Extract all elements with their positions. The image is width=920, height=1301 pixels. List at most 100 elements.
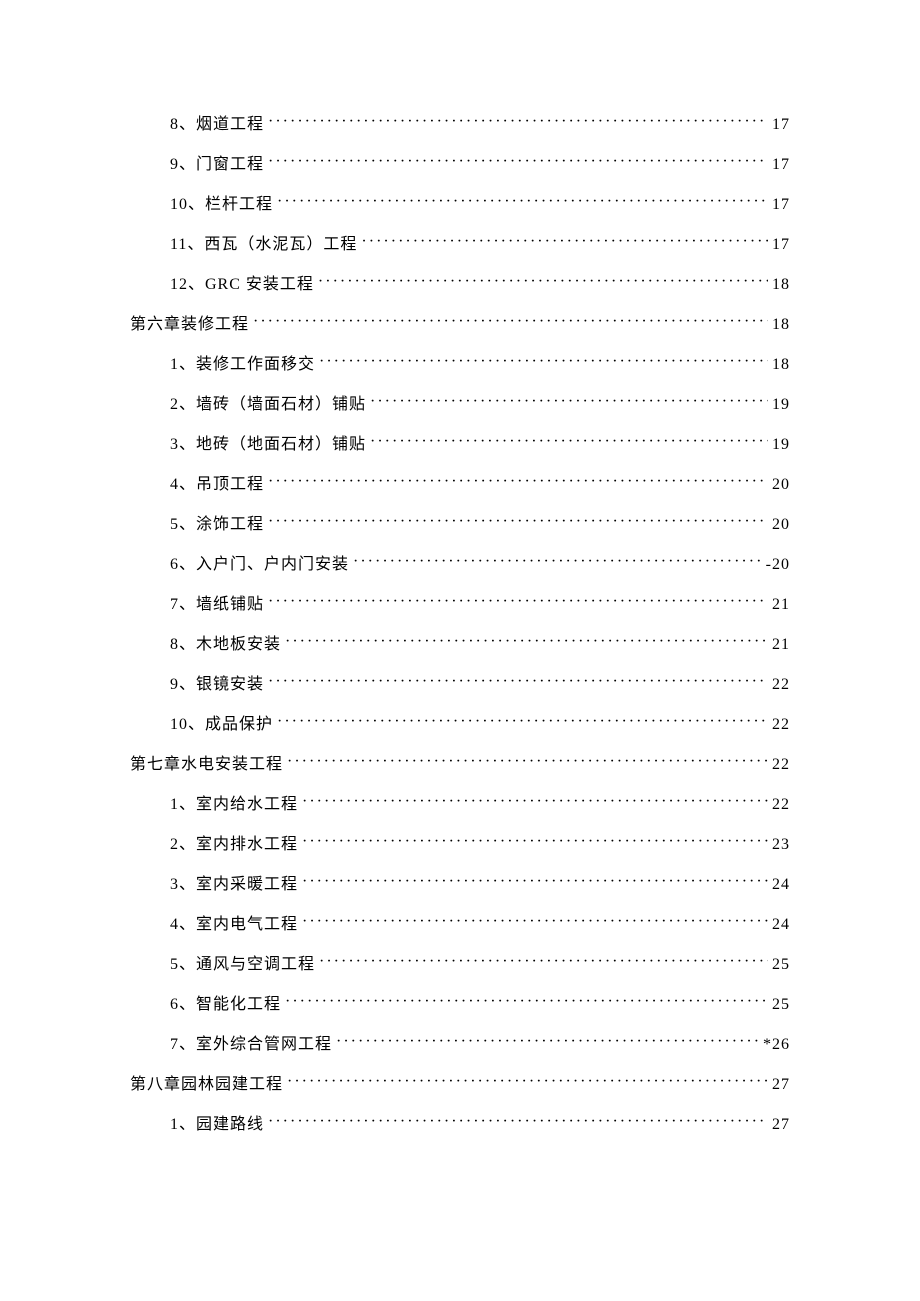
toc-entry: 1、室内给水工程 22	[130, 790, 790, 814]
toc-page-number: 18	[772, 276, 790, 294]
toc-leader-dots	[336, 1033, 759, 1049]
toc-page-number: 17	[772, 236, 790, 254]
toc-label: 1、园建路线	[170, 1110, 264, 1134]
toc-entry: 2、室内排水工程 23	[130, 830, 790, 854]
toc-entry: 6、智能化工程25	[130, 990, 790, 1014]
toc-label: 7、墙纸铺贴	[170, 590, 264, 614]
toc-page-number: *26	[763, 1036, 790, 1054]
toc-page-number: 19	[772, 396, 790, 414]
toc-page-number: 21	[772, 636, 790, 654]
toc-leader-dots	[353, 553, 762, 569]
toc-entry: 1、园建路线 27	[130, 1110, 790, 1134]
toc-entry: 8、木地板安装 21	[130, 630, 790, 654]
toc-leader-dots	[253, 313, 768, 329]
toc-entry: 12、GRC 安装工程 18	[130, 270, 790, 294]
toc-leader-dots	[302, 913, 768, 929]
toc-leader-dots	[287, 753, 768, 769]
toc-page-number: 21	[772, 596, 790, 614]
toc-entry: 10、栏杆工程 17	[130, 190, 790, 214]
toc-page-number: 22	[772, 676, 790, 694]
toc-label: 3、地砖（地面石材）铺贴	[170, 430, 366, 454]
toc-leader-dots	[285, 633, 768, 649]
toc-page-number: 17	[772, 116, 790, 134]
toc-label: 10、成品保护	[170, 710, 273, 734]
toc-entry: 11、西瓦（水泥瓦）工程 17	[130, 230, 790, 254]
toc-leader-dots	[268, 593, 768, 609]
toc-entry: 10、成品保护 22	[130, 710, 790, 734]
toc-leader-dots	[370, 393, 768, 409]
toc-entry: 4、吊顶工程 20	[130, 470, 790, 494]
toc-entry: 6、入户门、户内门安装 -20	[130, 550, 790, 574]
toc-entry: 第八章园林园建工程 27	[130, 1070, 790, 1094]
toc-page-number: 27	[772, 1116, 790, 1134]
toc-page-number: 18	[772, 356, 790, 374]
toc-page-number: 20	[772, 516, 790, 534]
toc-page-number: 27	[772, 1076, 790, 1094]
toc-leader-dots	[287, 1073, 768, 1089]
toc-entry: 8、烟道工程 17	[130, 110, 790, 134]
toc-entry: 3、地砖（地面石材）铺贴 19	[130, 430, 790, 454]
toc-label: 8、木地板安装	[170, 630, 281, 654]
toc-leader-dots	[302, 793, 768, 809]
toc-label: 3、室内采暖工程	[170, 870, 298, 894]
toc-label: 6、入户门、户内门安装	[170, 550, 349, 574]
toc-leader-dots	[268, 673, 768, 689]
toc-label: 5、通风与空调工程	[170, 950, 315, 974]
toc-leader-dots	[268, 473, 768, 489]
toc-entry: 9、门窗工程17	[130, 150, 790, 174]
toc-label: 5、涂饰工程	[170, 510, 264, 534]
toc-page-number: 20	[772, 476, 790, 494]
toc-leader-dots	[319, 953, 768, 969]
toc-leader-dots	[268, 1113, 768, 1129]
toc-label: 9、门窗工程	[170, 150, 264, 174]
toc-leader-dots	[268, 153, 768, 169]
toc-label: 1、室内给水工程	[170, 790, 298, 814]
toc-entry: 3、室内采暖工程 24	[130, 870, 790, 894]
toc-page-number: 25	[772, 996, 790, 1014]
toc-page-number: 22	[772, 716, 790, 734]
toc-label: 10、栏杆工程	[170, 190, 273, 214]
toc-entry: 第六章装修工程 18	[130, 310, 790, 334]
toc-label: 第八章园林园建工程	[130, 1070, 283, 1094]
toc-label: 8、烟道工程	[170, 110, 264, 134]
toc-leader-dots	[277, 193, 768, 209]
toc-leader-dots	[302, 873, 768, 889]
toc-page-number: 24	[772, 876, 790, 894]
toc-leader-dots	[361, 233, 768, 249]
toc-leader-dots	[302, 833, 768, 849]
toc-label: 第六章装修工程	[130, 310, 249, 334]
toc-label: 第七章水电安装工程	[130, 750, 283, 774]
toc-leader-dots	[318, 273, 768, 289]
toc-page-number: 17	[772, 196, 790, 214]
toc-page-number: 22	[772, 796, 790, 814]
toc-entry: 9、银镜安装 22	[130, 670, 790, 694]
toc-leader-dots	[268, 113, 768, 129]
toc-page-number: 25	[772, 956, 790, 974]
toc-entry: 1、装修工作面移交18	[130, 350, 790, 374]
toc-page-number: 23	[772, 836, 790, 854]
toc-page-number: 18	[772, 316, 790, 334]
toc-page-number: 24	[772, 916, 790, 934]
toc-leader-dots	[319, 353, 768, 369]
toc-label: 9、银镜安装	[170, 670, 264, 694]
toc-entry: 第七章水电安装工程 22	[130, 750, 790, 774]
toc-page-number: 22	[772, 756, 790, 774]
toc-label: 11、西瓦（水泥瓦）工程	[170, 230, 357, 254]
toc-label: 7、室外综合管网工程	[170, 1030, 332, 1054]
toc-leader-dots	[370, 433, 768, 449]
toc-entry: 7、室外综合管网工程 *26	[130, 1030, 790, 1054]
toc-label: 12、GRC 安装工程	[170, 270, 314, 294]
toc-entry: 7、墙纸铺贴 21	[130, 590, 790, 614]
toc-leader-dots	[268, 513, 768, 529]
toc-entry: 5、涂饰工程 20	[130, 510, 790, 534]
toc-entry: 4、室内电气工程24	[130, 910, 790, 934]
toc-label: 2、墙砖（墙面石材）铺贴	[170, 390, 366, 414]
toc-page-number: -20	[766, 556, 790, 574]
toc-page-number: 19	[772, 436, 790, 454]
toc-label: 4、吊顶工程	[170, 470, 264, 494]
toc-entry: 5、通风与空调工程 25	[130, 950, 790, 974]
table-of-contents: 8、烟道工程179、门窗工程1710、栏杆工程1711、西瓦（水泥瓦）工程171…	[130, 110, 790, 1134]
toc-leader-dots	[285, 993, 768, 1009]
toc-label: 2、室内排水工程	[170, 830, 298, 854]
toc-entry: 2、墙砖（墙面石材）铺贴 19	[130, 390, 790, 414]
